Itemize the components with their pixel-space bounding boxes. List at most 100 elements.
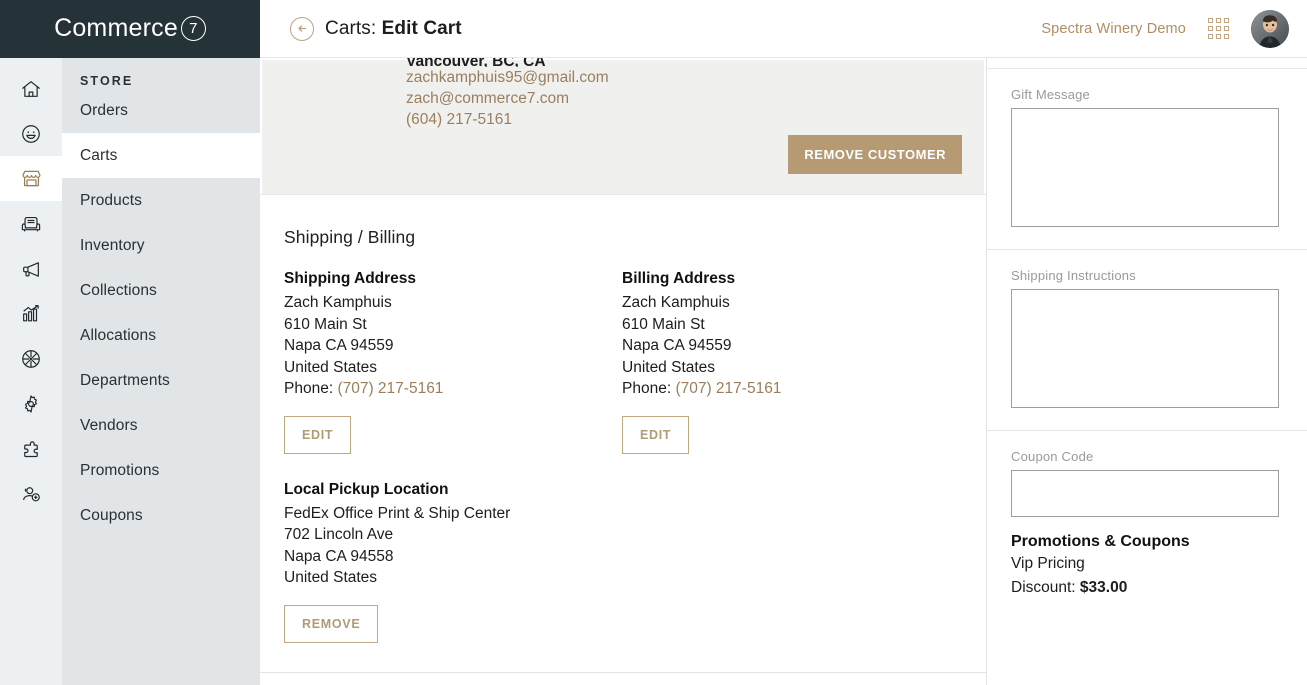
coupon-code-input[interactable] [1011, 470, 1279, 517]
local-pickup-city-state-zip: Napa CA 94558 [284, 546, 986, 568]
shipping-name: Zach Kamphuis [284, 292, 622, 314]
customer-contact: Vancouver, BC, CA zachkamphuis95@gmail.c… [406, 51, 609, 130]
breadcrumb-parent: Carts: [325, 18, 382, 39]
rail-item-apps[interactable] [0, 426, 62, 471]
brand-logo[interactable]: Commerce7 [0, 0, 260, 58]
add-user-icon [20, 483, 42, 505]
shipping-billing-card: Shipping / Billing Shipping Address Zach… [260, 194, 986, 643]
top-bar-right: Spectra Winery Demo [1041, 10, 1289, 48]
discount-value: $33.00 [1080, 579, 1127, 596]
rail-item-reports[interactable] [0, 291, 62, 336]
sidebar-item-allocations[interactable]: Allocations [62, 313, 260, 358]
billing-address-title: Billing Address [622, 270, 960, 288]
coupon-promotions-block: Coupon Code Promotions & Coupons Vip Pri… [987, 431, 1307, 621]
sidebar-item-label: Carts [80, 147, 118, 165]
sidebar-item-carts[interactable]: Carts [62, 133, 260, 178]
account-name[interactable]: Spectra Winery Demo [1041, 21, 1186, 37]
sidebar-item-label: Inventory [80, 237, 145, 255]
billing-phone-value[interactable]: (707) 217-5161 [675, 380, 781, 397]
reports-chart-icon [20, 303, 42, 325]
rail-item-store[interactable] [0, 156, 62, 201]
sidebar-item-inventory[interactable]: Inventory [62, 223, 260, 268]
billing-street: 610 Main St [622, 314, 960, 336]
gift-message-block: Gift Message [987, 69, 1307, 249]
billing-name: Zach Kamphuis [622, 292, 960, 314]
local-pickup-title: Local Pickup Location [284, 481, 986, 499]
rail-item-add-user[interactable] [0, 471, 62, 516]
local-pickup-place: FedEx Office Print & Ship Center [284, 503, 986, 525]
shipping-address-title: Shipping Address [284, 270, 622, 288]
billing-city-state-zip: Napa CA 94559 [622, 335, 960, 357]
shipping-phone-value[interactable]: (707) 217-5161 [337, 380, 443, 397]
sidebar-item-collections[interactable]: Collections [62, 268, 260, 313]
shipping-street: 610 Main St [284, 314, 622, 336]
page-title: Carts: Edit Cart [325, 18, 462, 40]
sidebar-item-promotions[interactable]: Promotions [62, 448, 260, 493]
smiley-icon [20, 123, 42, 145]
main-column: Vancouver, BC, CA zachkamphuis95@gmail.c… [260, 58, 987, 685]
shipping-instructions-label: Shipping Instructions [1011, 268, 1283, 283]
club-armchair-icon [20, 213, 42, 235]
sidebar-item-label: Products [80, 192, 142, 210]
customer-email-secondary[interactable]: zach@commerce7.com [406, 88, 609, 109]
billing-phone-row: Phone: (707) 217-5161 [622, 378, 960, 400]
home-icon [20, 78, 42, 100]
sidebar-item-coupons[interactable]: Coupons [62, 493, 260, 538]
top-bar: Commerce7 Carts: Edit Cart Spectra Winer… [0, 0, 1307, 58]
brand-text: Commerce7 [54, 14, 206, 43]
shipping-phone-label: Phone: [284, 380, 337, 397]
side-top-strip [987, 58, 1307, 68]
customer-email-primary[interactable]: zachkamphuis95@gmail.com [406, 67, 609, 88]
local-pickup-country: United States [284, 567, 986, 589]
coupon-code-label: Coupon Code [1011, 449, 1283, 464]
billing-country: United States [622, 357, 960, 379]
sidebar-menu: STORE Orders Carts Products Inventory Co… [62, 58, 260, 685]
rail-item-allocations[interactable] [0, 336, 62, 381]
sidebar-item-vendors[interactable]: Vendors [62, 403, 260, 448]
sidebar-item-label: Departments [80, 372, 170, 390]
rail-item-settings[interactable] [0, 381, 62, 426]
local-pickup-block: Local Pickup Location FedEx Office Print… [284, 481, 986, 643]
avatar[interactable] [1251, 10, 1289, 48]
remove-customer-button[interactable]: REMOVE CUSTOMER [788, 135, 962, 174]
promotions-title: Promotions & Coupons [1011, 533, 1283, 551]
sidebar-item-label: Collections [80, 282, 157, 300]
remove-pickup-button[interactable]: REMOVE [284, 605, 378, 643]
sidebar-item-label: Coupons [80, 507, 143, 525]
rail-item-home[interactable] [0, 66, 62, 111]
promotion-discount-row: Discount: $33.00 [1011, 577, 1283, 599]
customer-phone[interactable]: (604) 217-5161 [406, 109, 609, 130]
breadcrumb-current: Edit Cart [382, 18, 462, 39]
address-grid: Shipping Address Zach Kamphuis 610 Main … [284, 270, 986, 454]
circle-arrow-left-icon[interactable] [290, 17, 314, 41]
sidebar-item-orders[interactable]: Orders [62, 88, 260, 133]
megaphone-icon [20, 258, 42, 280]
rail-item-customers[interactable] [0, 111, 62, 156]
shipping-instructions-block: Shipping Instructions [987, 250, 1307, 430]
sidebar-item-products[interactable]: Products [62, 178, 260, 223]
gear-icon [20, 393, 42, 415]
rail-item-marketing[interactable] [0, 246, 62, 291]
billing-address-block: Billing Address Zach Kamphuis 610 Main S… [622, 270, 960, 454]
edit-shipping-address-button[interactable]: EDIT [284, 416, 351, 454]
app-root: Commerce7 Carts: Edit Cart Spectra Winer… [0, 0, 1307, 685]
side-column: Gift Message Shipping Instructions Coupo… [987, 58, 1307, 685]
brand-seven-mark: 7 [181, 16, 206, 41]
sidebar-item-departments[interactable]: Departments [62, 358, 260, 403]
gift-message-input[interactable] [1011, 108, 1279, 227]
shipping-instructions-input[interactable] [1011, 289, 1279, 408]
sidebar-section-title: STORE [62, 58, 260, 88]
edit-billing-address-button[interactable]: EDIT [622, 416, 689, 454]
sidebar-item-label: Orders [80, 102, 128, 120]
shipping-billing-title: Shipping / Billing [284, 227, 986, 248]
rail-item-club[interactable] [0, 201, 62, 246]
grid-apps-icon[interactable] [1208, 18, 1229, 39]
shipping-country: United States [284, 357, 622, 379]
discount-label: Discount: [1011, 579, 1080, 596]
customer-card: Vancouver, BC, CA zachkamphuis95@gmail.c… [262, 60, 984, 194]
puzzle-icon [20, 438, 42, 460]
sidebar-item-label: Allocations [80, 327, 156, 345]
brand-word: Commerce [54, 14, 178, 43]
gift-message-label: Gift Message [1011, 87, 1283, 102]
store-icon [20, 167, 43, 190]
